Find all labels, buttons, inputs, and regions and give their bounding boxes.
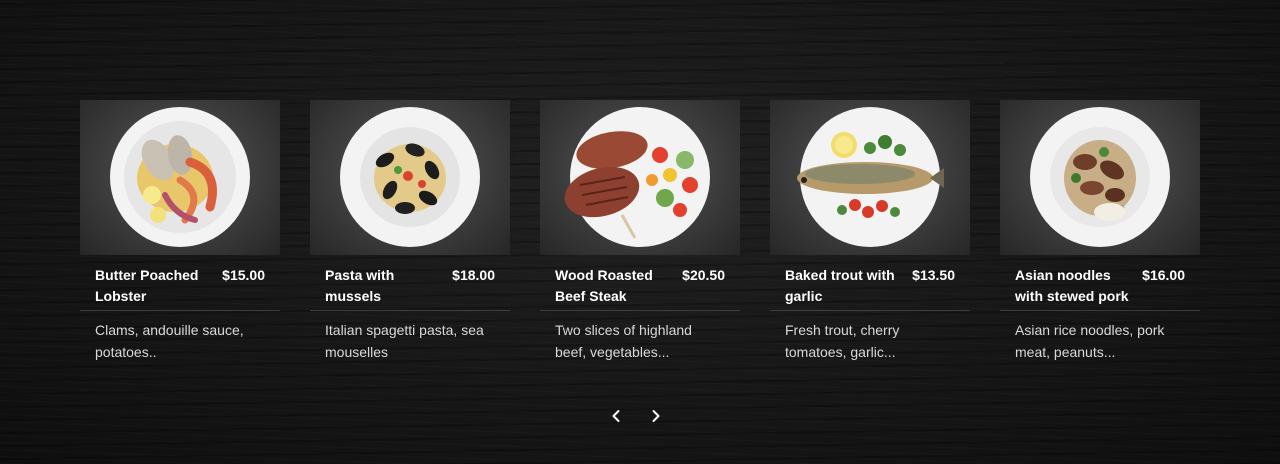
next-button[interactable] bbox=[646, 404, 666, 428]
prev-button[interactable] bbox=[606, 404, 626, 428]
dish-price: $13.50 bbox=[912, 267, 955, 283]
dish-price: $20.50 bbox=[682, 267, 725, 283]
mussels-pasta-photo bbox=[310, 100, 510, 255]
dish-price: $16.00 bbox=[1142, 267, 1185, 283]
beef-steak-photo bbox=[540, 100, 740, 255]
chevron-left-icon bbox=[612, 410, 620, 422]
asian-noodles-photo bbox=[1000, 100, 1200, 255]
menu-card[interactable]: Pasta with mussels $18.00 Italian spaget… bbox=[310, 100, 510, 363]
chevron-right-icon bbox=[652, 410, 660, 422]
dish-name: Baked trout with garlic bbox=[785, 267, 895, 304]
dish-name: Asian noodles with stewed pork bbox=[1015, 267, 1129, 304]
dish-name: Pasta with mussels bbox=[325, 267, 395, 304]
dish-description: Two slices of highland beef, vegetables.… bbox=[555, 322, 692, 360]
card-info: Asian noodles with stewed pork $16.00 bbox=[1000, 255, 1200, 311]
card-info: Butter Poached Lobster $15.00 bbox=[80, 255, 280, 311]
dish-name: Wood Roasted Beef Steak bbox=[555, 267, 653, 304]
card-info: Wood Roasted Beef Steak $20.50 bbox=[540, 255, 740, 311]
dish-description: Asian rice noodles, pork meat, peanuts..… bbox=[1015, 322, 1165, 360]
dish-price: $18.00 bbox=[452, 267, 495, 283]
menu-card[interactable]: Baked trout with garlic $13.50 Fresh tro… bbox=[770, 100, 970, 363]
dish-name: Butter Poached Lobster bbox=[95, 267, 199, 304]
dish-price: $15.00 bbox=[222, 267, 265, 283]
dish-description: Fresh trout, cherry tomatoes, garlic... bbox=[785, 322, 900, 360]
dish-description: Clams, andouille sauce, potatoes.. bbox=[95, 322, 244, 360]
menu-card[interactable]: Asian noodles with stewed pork $16.00 As… bbox=[1000, 100, 1200, 363]
dish-description: Italian spagetti pasta, sea mouselles bbox=[325, 322, 484, 360]
menu-card[interactable]: Butter Poached Lobster $15.00 Clams, and… bbox=[80, 100, 280, 363]
card-info: Pasta with mussels $18.00 bbox=[310, 255, 510, 311]
baked-trout-photo bbox=[770, 100, 970, 255]
card-info: Baked trout with garlic $13.50 bbox=[770, 255, 970, 311]
carousel-nav bbox=[606, 404, 666, 428]
menu-card[interactable]: Wood Roasted Beef Steak $20.50 Two slice… bbox=[540, 100, 740, 363]
menu-carousel: Butter Poached Lobster $15.00 Clams, and… bbox=[80, 100, 1200, 363]
lobster-dish-photo bbox=[80, 100, 280, 255]
